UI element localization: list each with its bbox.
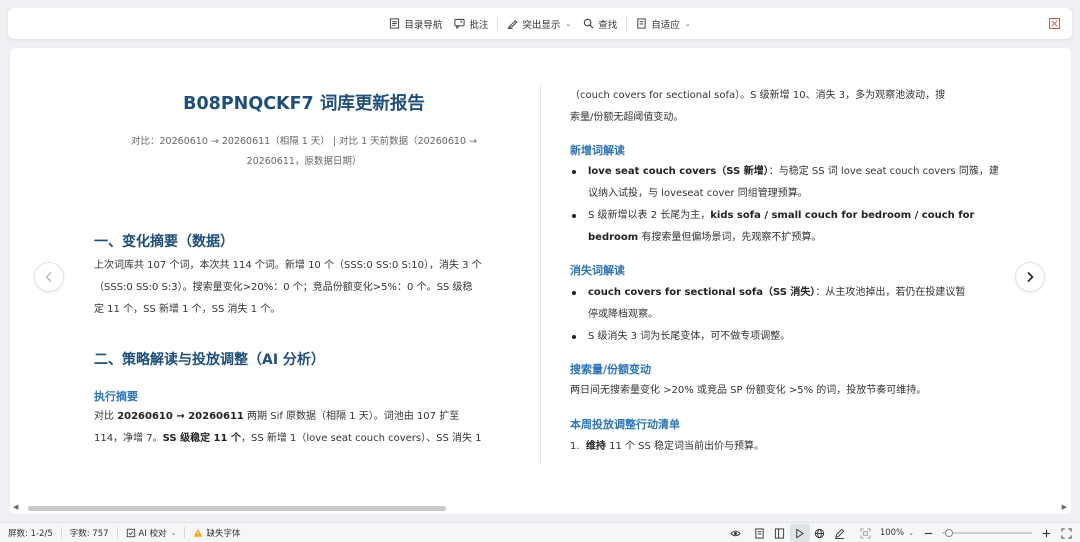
eye-protection-icon[interactable]	[726, 524, 746, 542]
text-line: 索量/份额无超阈值变动。	[570, 112, 684, 123]
annotate-label: 批注	[469, 19, 489, 31]
toc-nav-label: 目录导航	[404, 19, 443, 31]
fit-screen-icon[interactable]	[856, 524, 876, 542]
zoom-level-dropdown[interactable]: 100% ⌄	[876, 523, 918, 542]
word-count: 字数: 757	[69, 528, 109, 539]
chevron-down-icon: ⌄	[170, 528, 177, 537]
pen-icon[interactable]	[830, 524, 850, 542]
list-item: S 级消失 3 词为长尾变体，可不做专项调整。	[570, 326, 1000, 348]
zoom-slider-track	[942, 532, 1032, 534]
prev-page-button[interactable]	[34, 262, 64, 292]
top-toolbar: 目录导航 批注 突出显示 ⌄ 查找 自适应 ⌄	[8, 8, 1072, 39]
lost-terms-list: couch covers for sectional sofa（SS 消失）：从…	[570, 282, 1000, 348]
subtitle-line: 对比：20260610 → 20260611（相隔 1 天） | 对比 1 天前…	[131, 136, 477, 147]
summary-paragraph: 上次词库共 107 个词，本次共 114 个词。新增 10 个（SSS:0 SS…	[94, 255, 524, 321]
volume-paragraph: 两日间无搜索量变化 >20% 或竞品 SP 份额变化 >5% 的词，投放节奏可维…	[570, 385, 927, 396]
text-line: 114，净增 7。SS 级稳定 11 个，SS 新增 1（love seat c…	[94, 433, 482, 444]
highlight-dropdown[interactable]: 突出显示 ⌄	[501, 13, 577, 35]
new-terms-list: love seat couch covers（SS 新增）：与稳定 SS 词 l…	[570, 161, 1000, 249]
chevron-down-icon: ⌄	[684, 19, 691, 28]
page-view-icon[interactable]	[750, 524, 770, 542]
status-right-controls: 100% ⌄	[726, 523, 1080, 542]
text-line: （couch covers for sectional sofa）。S 级新增 …	[570, 90, 946, 101]
find-label: 查找	[598, 19, 618, 31]
section-heading: 一、变化摘要（数据）	[94, 234, 234, 250]
text-line: （SSS:0 SS:0 S:3）。搜索量变化>20%：0 个；竞品份额变化>5%…	[94, 282, 473, 293]
zoom-in-icon[interactable]	[1036, 524, 1056, 542]
zoom-slider-handle[interactable]	[945, 529, 953, 537]
continued-paragraph: （couch covers for sectional sofa）。S 级新增 …	[570, 85, 1000, 129]
reading-mode-icon[interactable]	[789, 524, 810, 542]
zoom-out-icon[interactable]	[918, 524, 938, 542]
subsection-heading: 本周投放调整行动清单	[570, 418, 680, 431]
scrollbar-thumb[interactable]	[28, 506, 446, 511]
ai-check-dropdown[interactable]: AI 校对 ⌄	[118, 523, 185, 542]
scroll-right-icon[interactable]: ▶	[1062, 503, 1067, 511]
toolbar-divider	[626, 16, 628, 31]
ai-check-icon	[126, 528, 135, 537]
fit-label: 自适应	[651, 19, 680, 31]
toc-icon	[390, 18, 400, 29]
highlighter-icon	[508, 20, 518, 29]
find-button[interactable]: 查找	[577, 13, 623, 35]
zoom-slider[interactable]	[942, 524, 1032, 542]
subtitle-line: 20260611，原数据日期）	[246, 156, 362, 167]
fullscreen-icon[interactable]	[1056, 524, 1076, 542]
chevron-down-icon: ⌄	[908, 529, 914, 537]
text-line: 定 11 个，SS 新增 1 个，SS 消失 1 个。	[94, 304, 281, 315]
column-divider	[540, 84, 541, 464]
screen-count: 屏数: 1-2/5	[8, 528, 53, 539]
document-title: B08PNQCKF7 词库更新报告	[183, 94, 425, 114]
status-bar: 屏数: 1-2/5 字数: 757 AI 校对 ⌄ 缺失字体 100% ⌄	[0, 522, 1080, 542]
fit-dropdown[interactable]: 自适应 ⌄	[630, 13, 696, 35]
text-line: 对比 20260610 → 20260611 两期 Sif 原数据（相隔 1 天…	[94, 411, 460, 422]
highlight-label: 突出显示	[522, 19, 561, 31]
exec-summary-paragraph: 对比 20260610 → 20260611 两期 Sif 原数据（相隔 1 天…	[94, 406, 524, 450]
chevron-left-icon	[45, 271, 52, 283]
action-list-item: 1. 维持 11 个 SS 稳定词当前出价与预算。	[570, 441, 765, 452]
subsection-heading: 搜索量/份额变动	[570, 363, 652, 376]
fit-page-icon	[637, 18, 646, 29]
list-item: couch covers for sectional sofa（SS 消失）：从…	[570, 282, 1000, 326]
next-page-button[interactable]	[1015, 262, 1045, 292]
missing-font-button[interactable]: 缺失字体	[185, 523, 248, 542]
chevron-down-icon: ⌄	[565, 19, 572, 28]
subsection-heading: 新增词解读	[570, 144, 625, 157]
close-icon[interactable]	[1049, 18, 1060, 29]
section-heading: 二、策略解读与投放调整（AI 分析）	[94, 352, 325, 368]
list-item: love seat couch covers（SS 新增）：与稳定 SS 词 l…	[570, 161, 1000, 205]
outline-view-icon[interactable]	[770, 524, 790, 542]
document-page: B08PNQCKF7 词库更新报告 对比：20260610 → 20260611…	[10, 48, 1071, 514]
web-view-icon[interactable]	[810, 524, 830, 542]
subsection-heading: 执行摘要	[94, 390, 138, 403]
search-icon	[584, 18, 594, 29]
text-line: 上次词库共 107 个词，本次共 114 个词。新增 10 个（SSS:0 SS…	[94, 260, 482, 271]
subsection-heading: 消失词解读	[570, 264, 625, 277]
document-subtitle: 对比：20260610 → 20260611（相隔 1 天） | 对比 1 天前…	[104, 132, 504, 172]
scroll-left-icon[interactable]: ◀	[13, 503, 18, 511]
annotate-button[interactable]: 批注	[448, 13, 494, 35]
chevron-right-icon	[1027, 271, 1034, 283]
warning-icon	[194, 528, 203, 537]
horizontal-scrollbar[interactable]: ◀ ▶	[10, 503, 1071, 513]
toc-nav-button[interactable]: 目录导航	[383, 13, 448, 35]
toolbar-divider	[497, 16, 499, 31]
comment-icon	[454, 18, 465, 29]
list-item: S 级新增以表 2 长尾为主，kids sofa / small couch f…	[570, 205, 1000, 249]
